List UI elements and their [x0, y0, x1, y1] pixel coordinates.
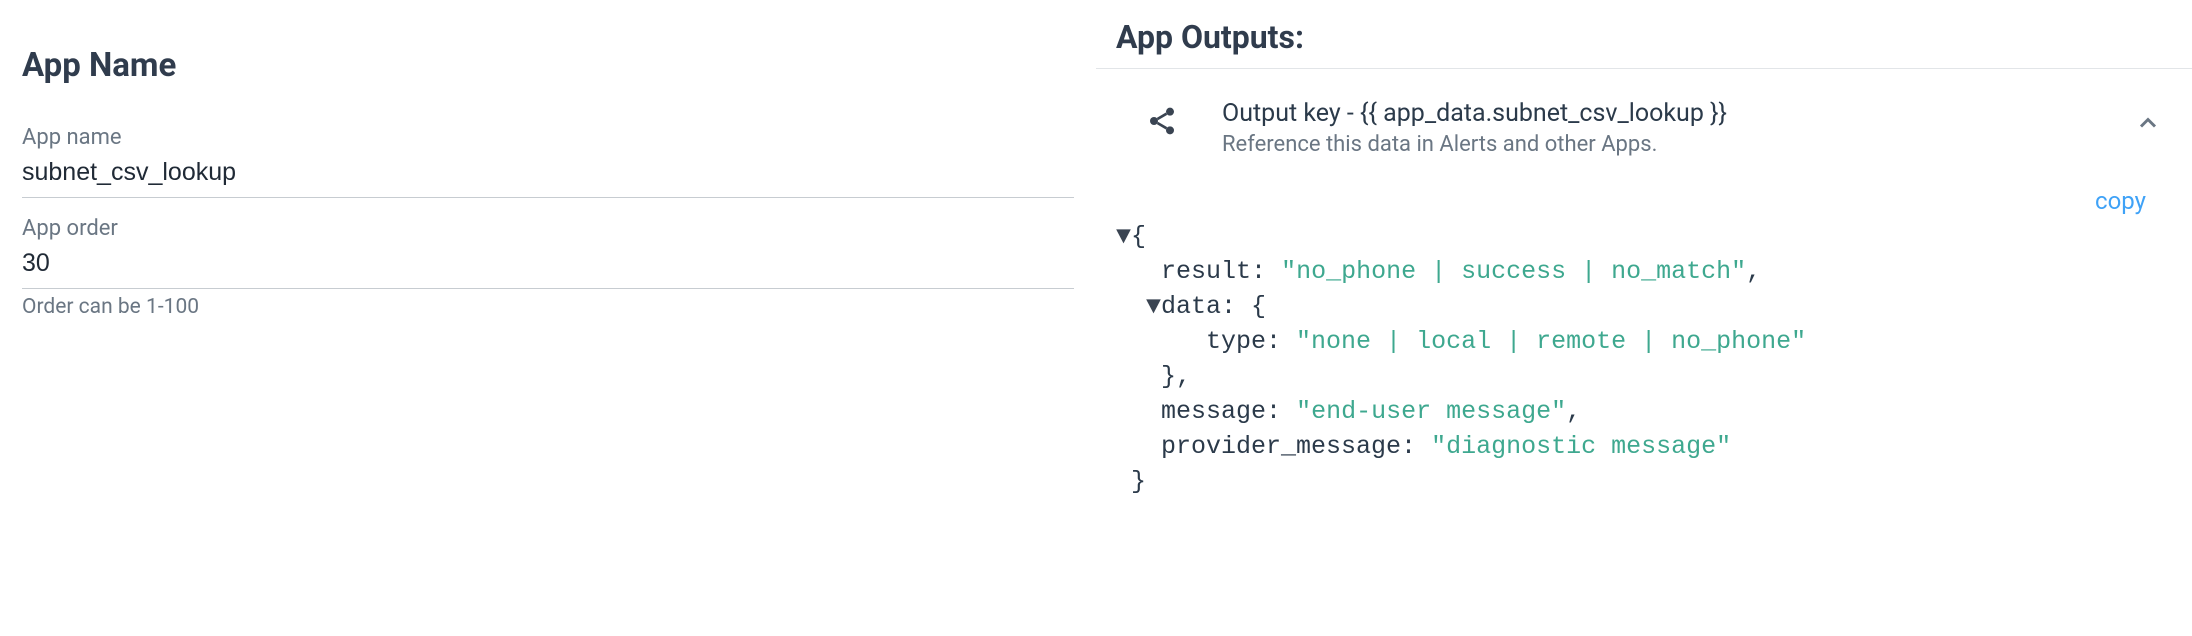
output-key-subtitle: Reference this data in Alerts and other …	[1222, 132, 2114, 157]
field-app-order: App order Order can be 1-100	[22, 216, 1074, 319]
json-val-result: "no_phone | success | no_match"	[1281, 257, 1746, 286]
json-key-type: type:	[1206, 327, 1281, 356]
hint-app-order: Order can be 1-100	[22, 295, 1074, 319]
output-header-text: Output key - {{ app_data.subnet_csv_look…	[1222, 99, 2114, 157]
json-key-data: data:	[1161, 292, 1236, 321]
caret-down-icon[interactable]: ▼	[1116, 219, 1131, 254]
output-key-title: Output key - {{ app_data.subnet_csv_look…	[1222, 99, 2114, 128]
label-app-name: App name	[22, 125, 1074, 150]
collapse-button[interactable]	[2134, 109, 2162, 141]
json-output: ▼{ result: "no_phone | success | no_matc…	[1096, 219, 2192, 499]
left-panel: App Name App name App order Order can be…	[0, 0, 1096, 636]
section-title-app-outputs: App Outputs:	[1096, 18, 2192, 69]
caret-down-icon[interactable]: ▼	[1146, 289, 1161, 324]
json-val-type: "none | local | remote | no_phone"	[1296, 327, 1806, 356]
json-val-provider: "diagnostic message"	[1431, 432, 1731, 461]
json-val-message: "end-user message"	[1296, 397, 1566, 426]
right-panel: App Outputs: Output key - {{ app_data.su…	[1096, 0, 2192, 636]
label-app-order: App order	[22, 216, 1074, 241]
input-app-order[interactable]	[22, 247, 1074, 289]
copy-button[interactable]: copy	[2095, 187, 2146, 215]
share-icon	[1146, 105, 1178, 141]
json-key-provider: provider_message:	[1161, 432, 1416, 461]
chevron-up-icon	[2134, 109, 2162, 137]
output-header[interactable]: Output key - {{ app_data.subnet_csv_look…	[1096, 69, 2192, 157]
section-title-app-name: App Name	[22, 46, 1074, 85]
field-app-name: App name	[22, 125, 1074, 198]
json-key-message: message:	[1161, 397, 1281, 426]
json-key-result: result:	[1161, 257, 1266, 286]
input-app-name[interactable]	[22, 156, 1074, 198]
